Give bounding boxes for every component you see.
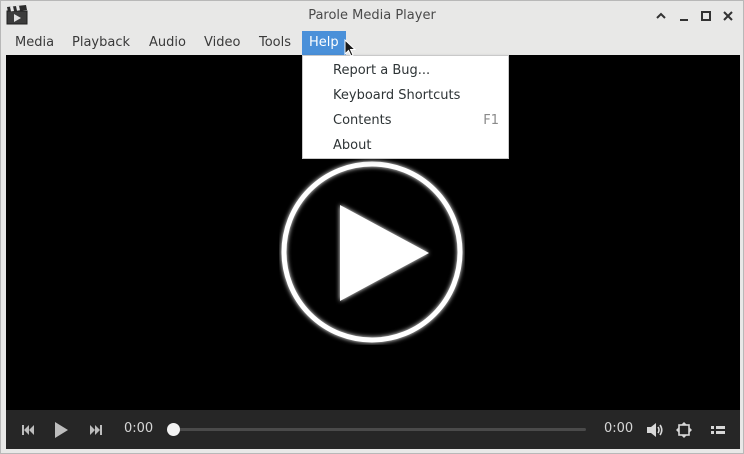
mouse-cursor-icon — [344, 39, 357, 57]
menu-item-label: Contents — [333, 113, 392, 128]
minimize-icon — [680, 19, 688, 21]
duration-time: 0:00 — [604, 421, 634, 436]
close-button[interactable] — [719, 7, 737, 25]
menu-item-about[interactable]: About — [303, 133, 508, 158]
play-button[interactable] — [52, 421, 70, 439]
help-menu-dropdown: Report a Bug... Keyboard Shortcuts Conte… — [302, 55, 509, 159]
fullscreen-icon — [676, 422, 692, 438]
roll-up-button[interactable] — [652, 7, 670, 25]
menu-audio[interactable]: Audio — [142, 31, 193, 55]
playback-controls: 0:00 0:00 — [6, 410, 740, 449]
maximize-icon — [701, 11, 711, 21]
menu-playback[interactable]: Playback — [65, 31, 137, 55]
volume-button[interactable] — [646, 421, 664, 439]
seek-bar[interactable] — [167, 423, 586, 436]
menu-item-label: Report a Bug... — [333, 63, 431, 78]
chevron-up-icon — [656, 12, 666, 19]
menu-item-report-bug[interactable]: Report a Bug... — [303, 58, 508, 83]
play-overlay-icon[interactable] — [279, 159, 465, 345]
menu-item-label: Keyboard Shortcuts — [333, 88, 461, 103]
menu-help[interactable]: Help — [302, 31, 346, 55]
fullscreen-button[interactable] — [675, 421, 693, 439]
minimize-button[interactable] — [675, 7, 693, 25]
menubar: Media Playback Audio Video Tools Help — [1, 31, 743, 55]
menu-item-accelerator: F1 — [483, 113, 499, 128]
menu-tools[interactable]: Tools — [252, 31, 298, 55]
menu-video[interactable]: Video — [197, 31, 247, 55]
parole-window: Parole Media Player Media Playback Audio… — [0, 0, 744, 454]
menu-media[interactable]: Media — [8, 31, 61, 55]
playlist-button[interactable] — [709, 421, 727, 439]
maximize-button[interactable] — [697, 7, 715, 25]
titlebar[interactable]: Parole Media Player — [1, 1, 743, 31]
play-icon — [55, 422, 68, 438]
seek-handle[interactable] — [167, 423, 180, 436]
skip-previous-icon — [22, 425, 34, 435]
skip-next-icon — [90, 425, 102, 435]
menu-item-contents[interactable]: Contents F1 — [303, 108, 508, 133]
menu-item-label: About — [333, 138, 372, 153]
window-title: Parole Media Player — [308, 8, 436, 23]
current-time: 0:00 — [124, 421, 154, 436]
volume-icon — [647, 423, 663, 437]
previous-button[interactable] — [19, 421, 37, 439]
menu-item-keyboard-shortcuts[interactable]: Keyboard Shortcuts — [303, 83, 508, 108]
close-icon — [723, 11, 733, 21]
playlist-icon — [711, 426, 725, 434]
next-button[interactable] — [87, 421, 105, 439]
